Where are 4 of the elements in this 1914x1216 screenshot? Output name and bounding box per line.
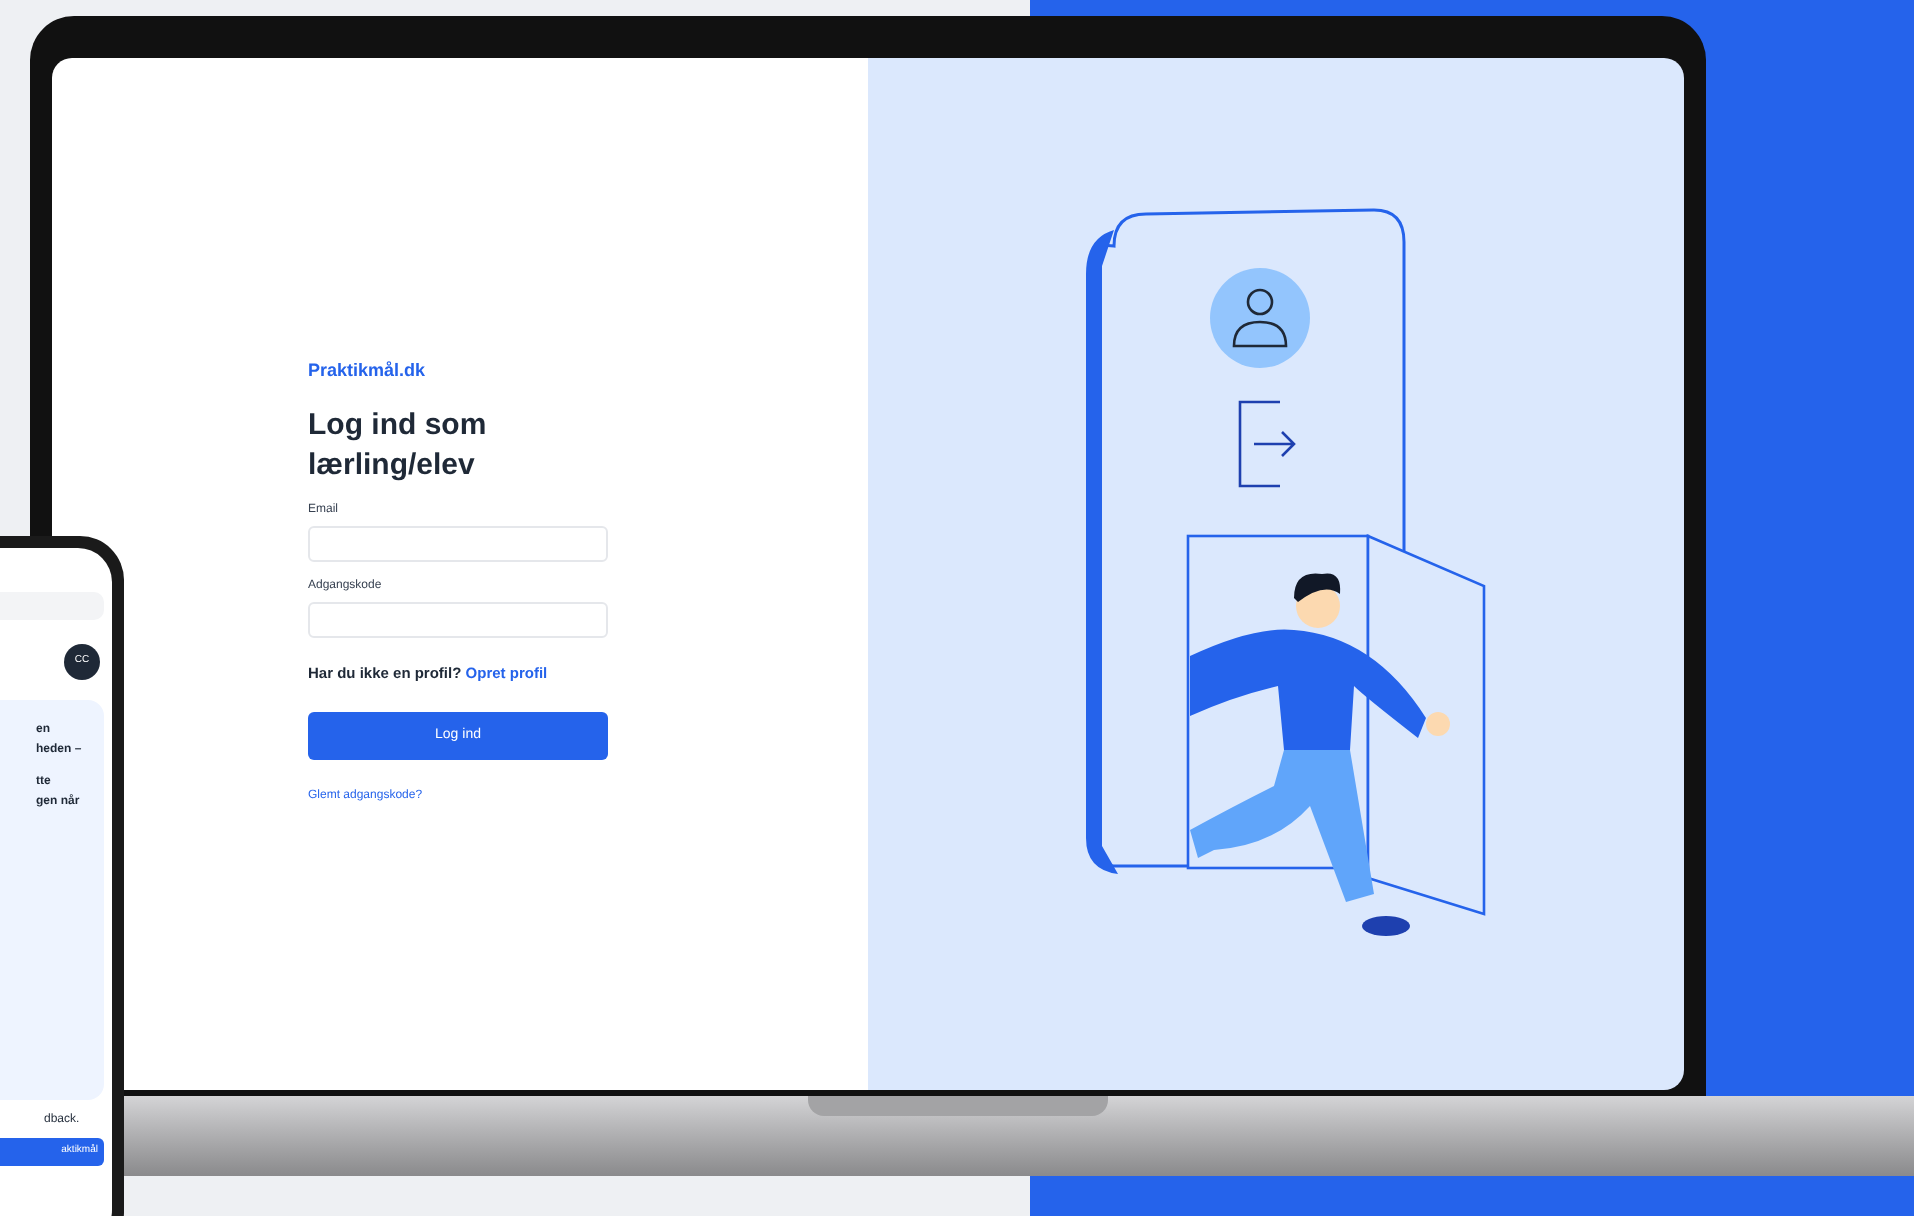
- brand-logo: Praktikmål.dk: [308, 358, 428, 384]
- page-heading: Log ind som lærling/elev: [308, 405, 489, 485]
- input-field[interactable]: [308, 525, 608, 561]
- input-field[interactable]: [308, 601, 608, 637]
